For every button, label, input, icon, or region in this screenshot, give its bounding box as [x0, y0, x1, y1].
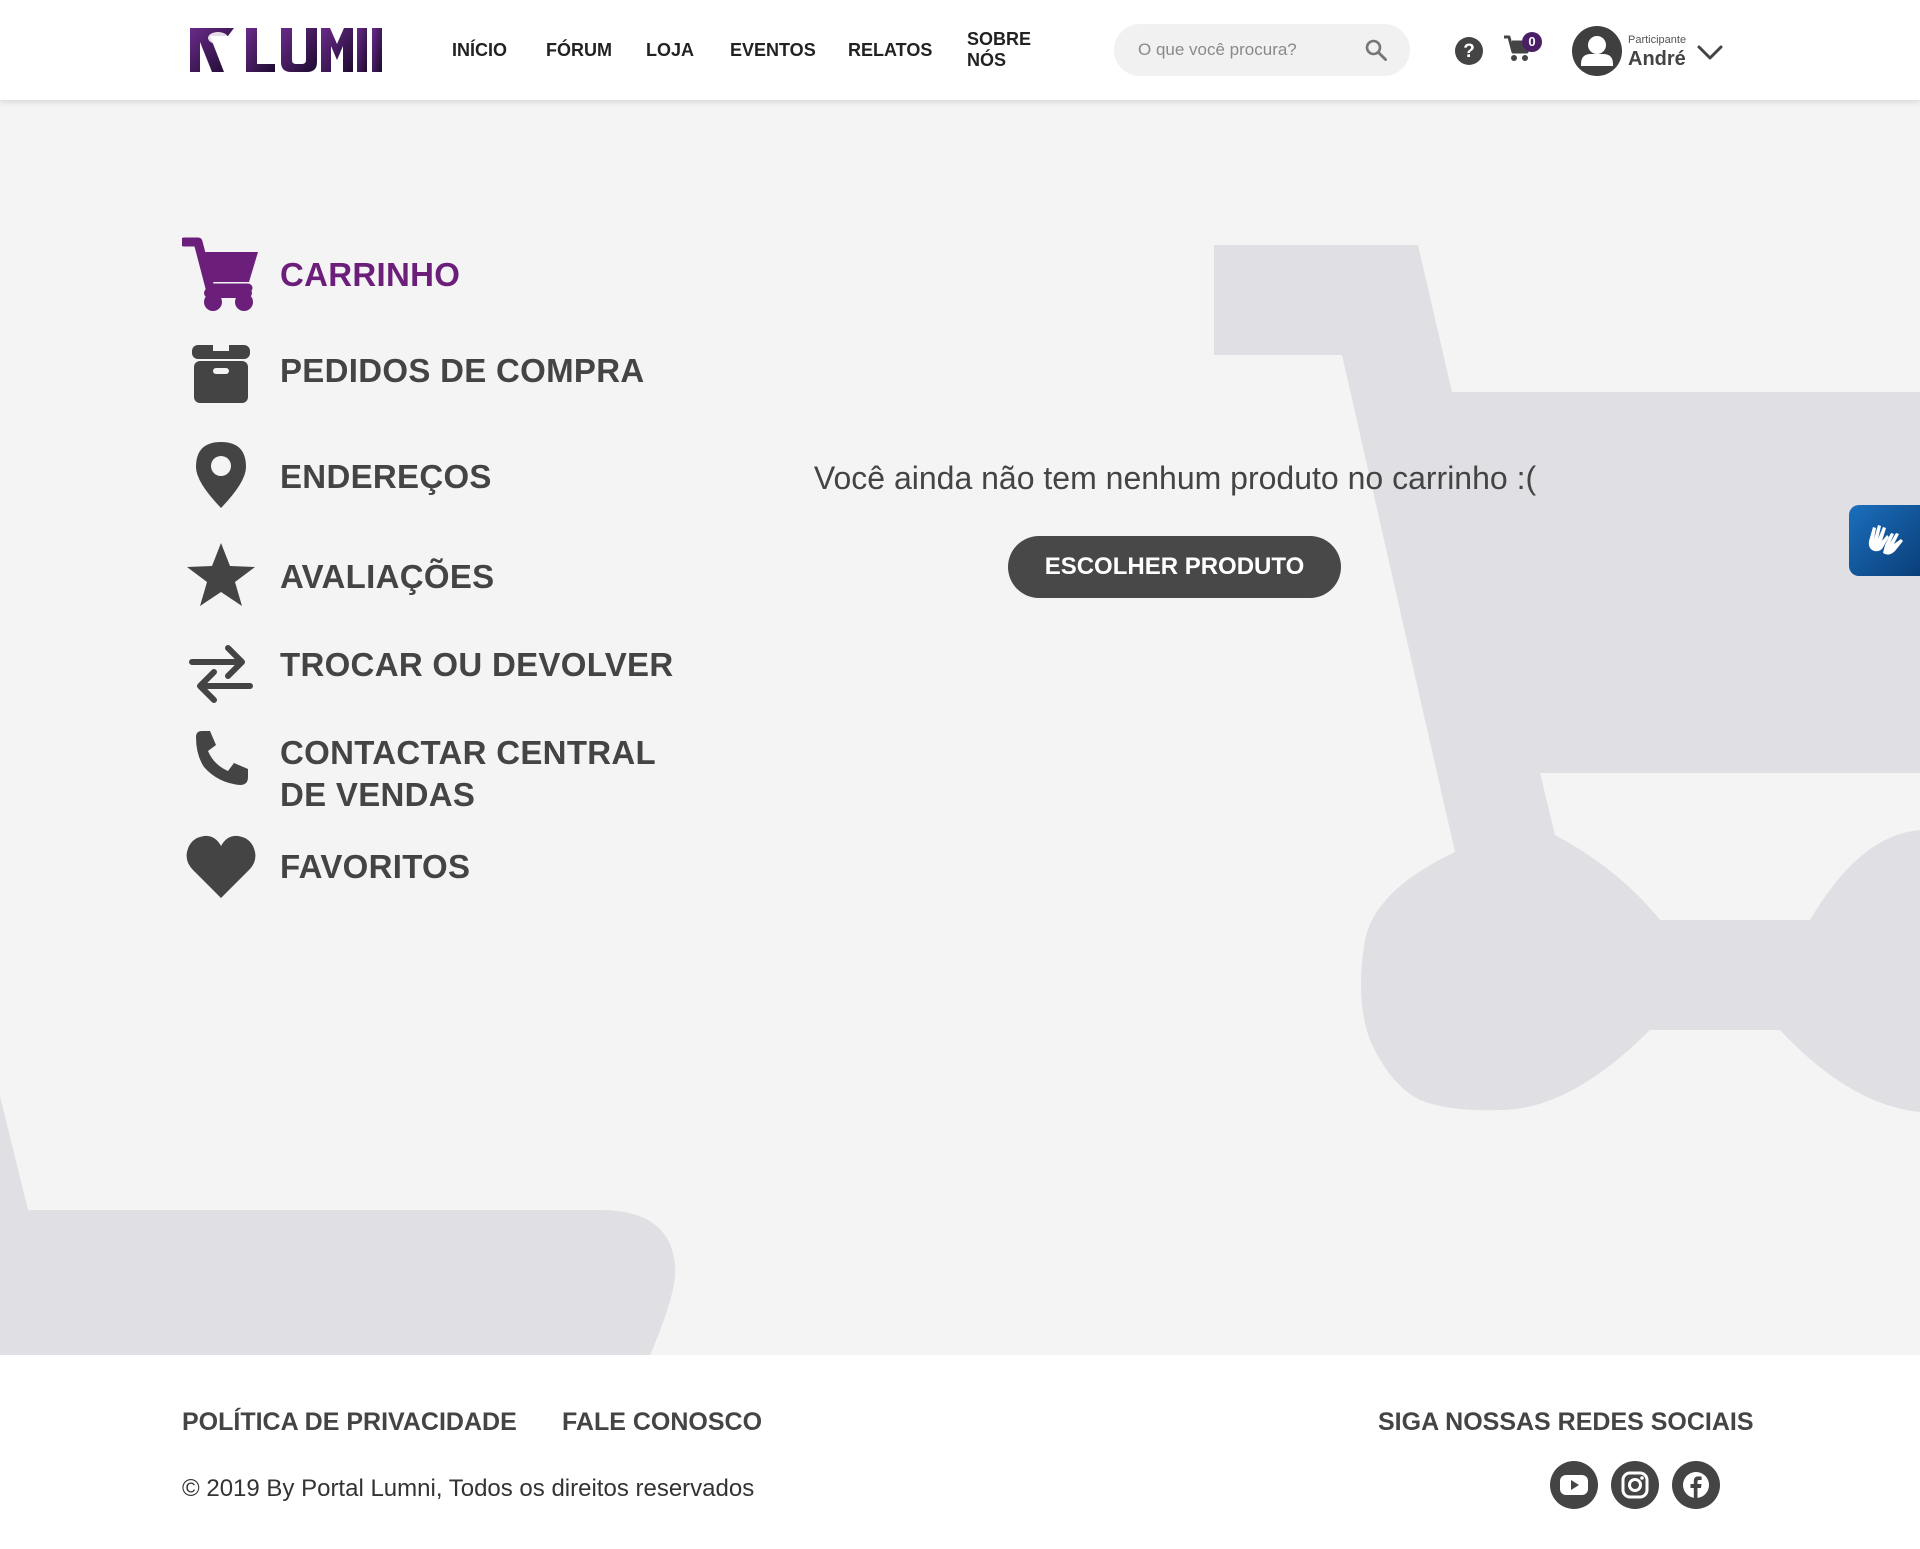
nav-sobre-nos[interactable]: SOBRE NÓS [967, 29, 1031, 71]
svg-text:?: ? [1463, 41, 1475, 62]
sidebar-item-label: CARRINHO [280, 256, 461, 293]
user-role: Participante [1628, 34, 1687, 46]
sign-language-hands-icon [1868, 524, 1903, 555]
nav-loja[interactable]: LOJA [646, 40, 694, 61]
header: INÍCIO FÓRUM LOJA EVENTOS RELATOS SOBRE … [0, 0, 1920, 100]
sidebar-item-pedidos[interactable]: PEDIDOS DE COMPRA [182, 344, 644, 404]
cart-count-badge: 0 [1522, 32, 1542, 52]
footer: POLÍTICA DE PRIVACIDADE FALE CONOSCO SIG… [0, 1355, 1920, 1549]
map-pin-icon [182, 440, 260, 510]
user-avatar-icon [1581, 36, 1613, 66]
sidebar-item-avaliacoes[interactable]: AVALIAÇÕES [182, 542, 494, 608]
search-icon[interactable] [1364, 38, 1388, 67]
avatar [1572, 26, 1622, 76]
lumni-logo[interactable] [188, 24, 382, 76]
sidebar-item-contactar[interactable]: CONTACTAR CENTRAL DE VENDAS [182, 729, 656, 816]
sidebar-item-favoritos[interactable]: FAVORITOS [182, 834, 470, 900]
sidebar-item-label: CONTACTAR CENTRAL DE VENDAS [280, 732, 656, 816]
accessibility-widget[interactable] [1849, 505, 1920, 576]
empty-cart-message: Você ainda não tem nenhum produto no car… [813, 460, 1537, 496]
box-icon [182, 344, 260, 404]
help-icon[interactable]: ? [1454, 36, 1484, 71]
user-menu[interactable]: Participante André [1572, 26, 1732, 76]
youtube-icon[interactable] [1550, 1461, 1598, 1509]
lumni-logo-icon [190, 28, 382, 72]
sidebar-item-label-line1: CONTACTAR CENTRAL [280, 734, 656, 771]
facebook-icon[interactable] [1672, 1461, 1720, 1509]
sidebar-item-trocar[interactable]: TROCAR OU DEVOLVER [182, 642, 673, 706]
contact-link[interactable]: FALE CONOSCO [562, 1408, 762, 1437]
cart-icon [182, 236, 260, 312]
user-name: André [1628, 48, 1686, 70]
sidebar-item-label: FAVORITOS [280, 848, 471, 885]
nav-inicio[interactable]: INÍCIO [452, 40, 507, 61]
nav-eventos[interactable]: EVENTOS [730, 40, 816, 61]
nav-relatos[interactable]: RELATOS [848, 40, 932, 61]
search-box [1114, 24, 1410, 76]
instagram-icon[interactable] [1611, 1461, 1659, 1509]
heart-icon [182, 834, 260, 900]
sidebar-item-label: TROCAR OU DEVOLVER [280, 646, 674, 683]
privacy-policy-link[interactable]: POLÍTICA DE PRIVACIDADE [182, 1408, 517, 1437]
search-input[interactable] [1138, 24, 1358, 76]
sidebar-item-label: PEDIDOS DE COMPRA [280, 352, 645, 389]
sidebar-item-label-line2: DE VENDAS [280, 776, 476, 813]
sidebar-item-enderecos[interactable]: ENDEREÇOS [182, 440, 492, 510]
nav-forum[interactable]: FÓRUM [546, 40, 612, 61]
star-icon [182, 542, 260, 608]
chevron-down-icon[interactable] [1696, 44, 1724, 67]
phone-icon [182, 729, 260, 787]
sidebar-item-carrinho[interactable]: CARRINHO [182, 236, 460, 312]
social-title: SIGA NOSSAS REDES SOCIAIS [1378, 1408, 1754, 1436]
sidebar-item-label: ENDEREÇOS [280, 458, 492, 495]
copyright: © 2019 By Portal Lumni, Todos os direito… [182, 1475, 755, 1502]
choose-product-button[interactable]: ESCOLHER PRODUTO [1008, 536, 1341, 598]
sidebar-item-label: AVALIAÇÕES [280, 558, 495, 595]
exchange-arrows-icon [182, 642, 260, 706]
